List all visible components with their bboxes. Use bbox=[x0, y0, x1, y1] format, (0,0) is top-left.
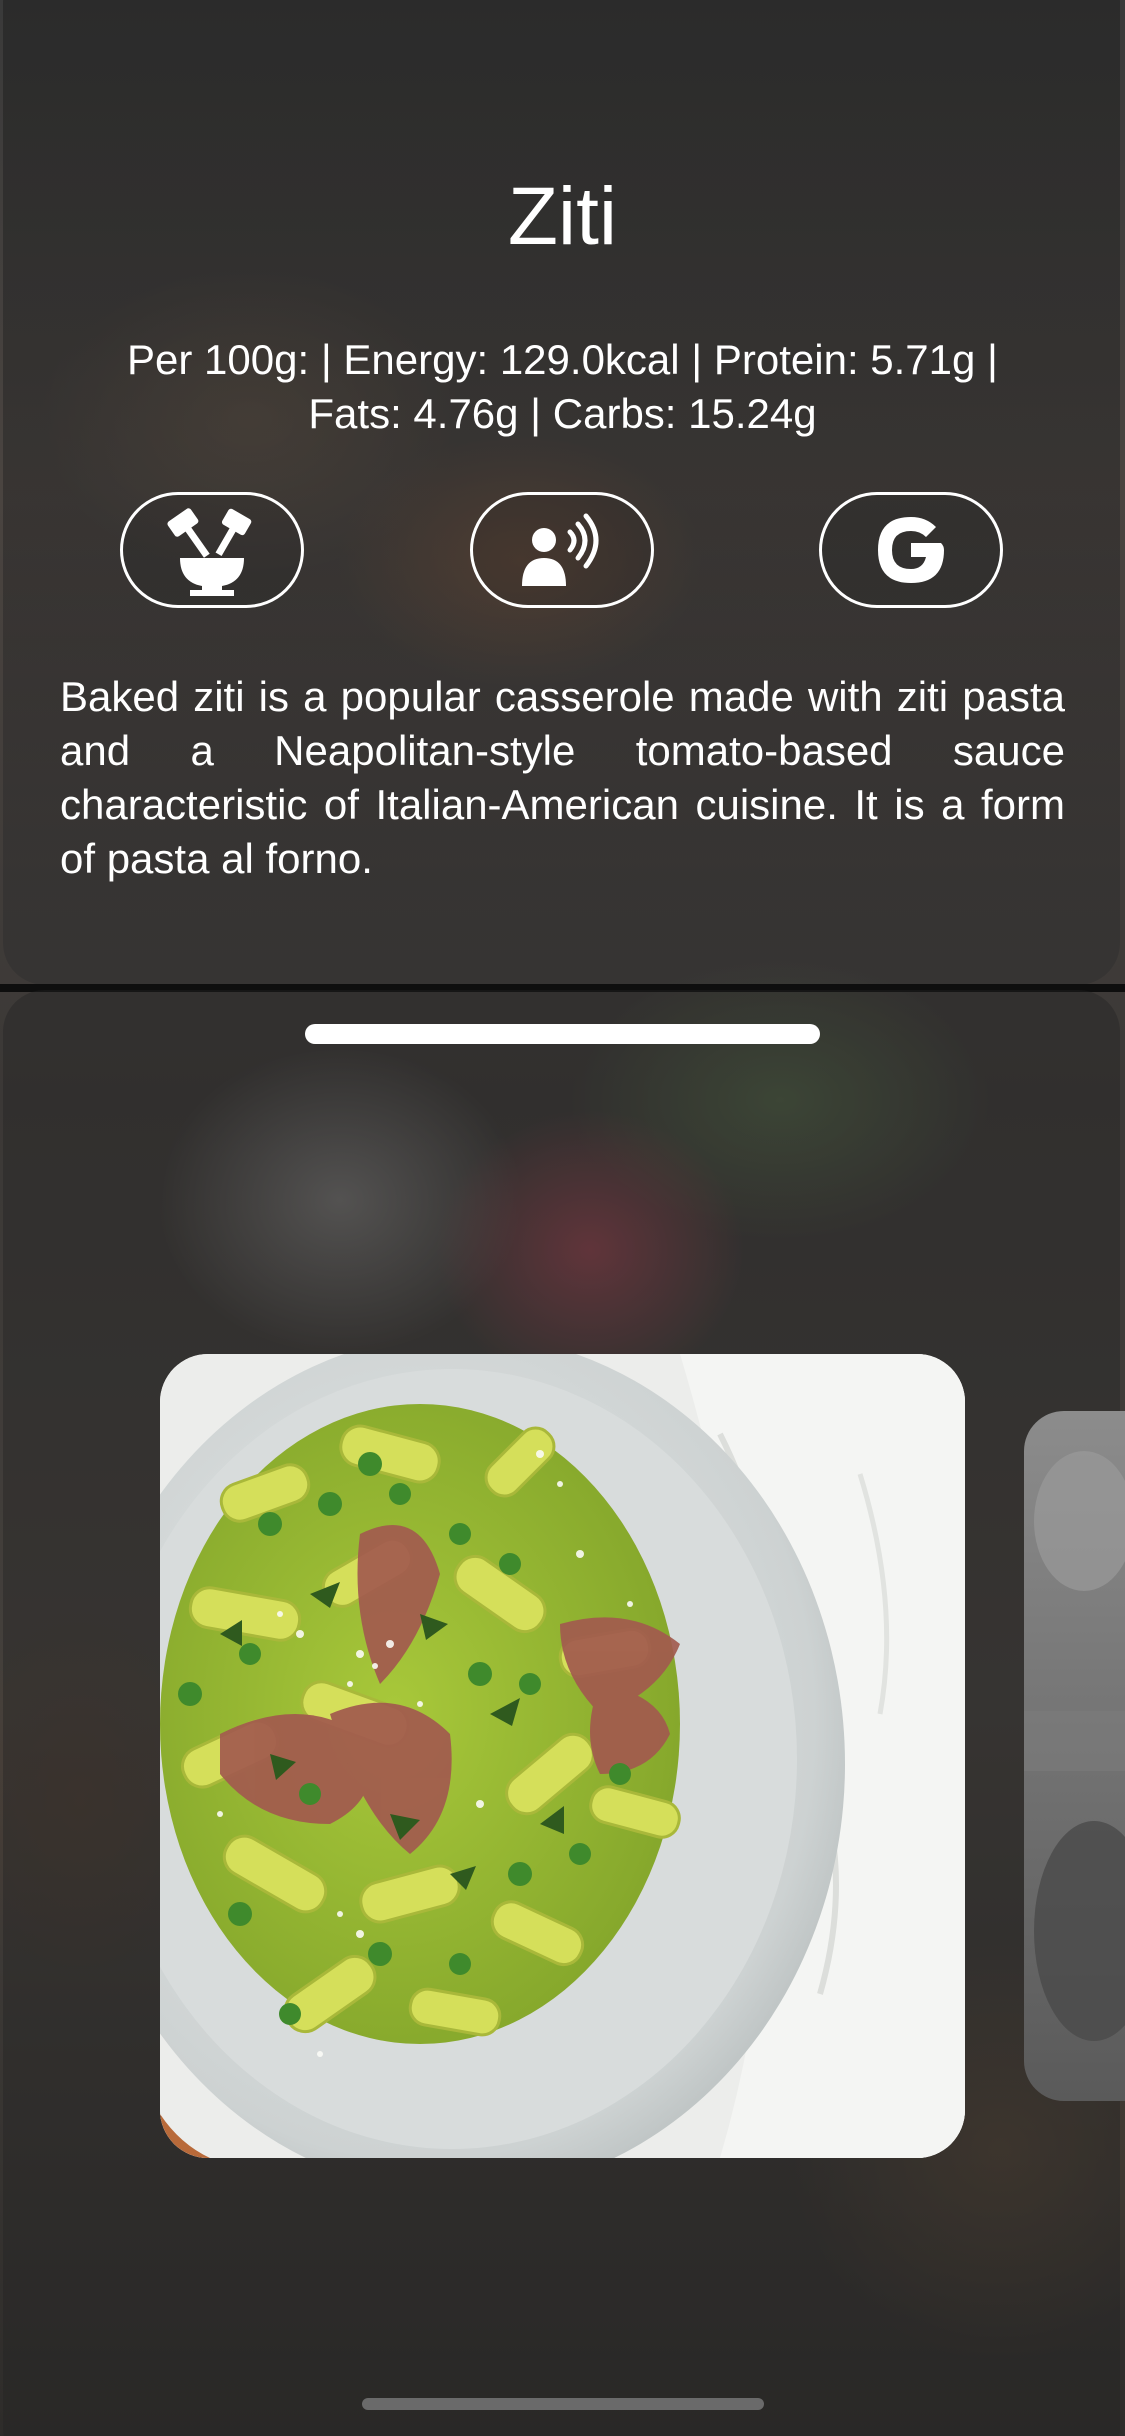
food-image-card[interactable] bbox=[160, 1354, 965, 2158]
food-description: Baked ziti is a popular casserole made w… bbox=[60, 673, 1065, 882]
pasta-dish-image bbox=[160, 1354, 965, 2158]
nutrition-info: Per 100g: | Energy: 129.0kcal | Protein:… bbox=[60, 333, 1065, 441]
app-screen: Ziti Per 100g: | Energy: 129.0kcal | Pro… bbox=[0, 0, 1125, 2436]
next-image bbox=[1024, 1451, 1125, 2041]
google-search-button[interactable] bbox=[819, 492, 1003, 608]
nutrition-line-2: Fats: 4.76g | Carbs: 15.24g bbox=[308, 390, 817, 437]
food-title: Ziti bbox=[507, 171, 618, 262]
speaker-voice-icon bbox=[522, 513, 599, 586]
home-indicator[interactable] bbox=[362, 2398, 764, 2410]
next-image-card[interactable] bbox=[1024, 1411, 1125, 2101]
speak-button[interactable] bbox=[470, 492, 654, 608]
google-icon bbox=[878, 517, 944, 583]
ingredients-button[interactable] bbox=[120, 492, 304, 608]
nutrition-line-1: Per 100g: | Energy: 129.0kcal | Protein:… bbox=[127, 336, 998, 383]
mortar-pestle-icon bbox=[167, 508, 252, 596]
sheet-drag-handle[interactable] bbox=[305, 1024, 820, 1044]
